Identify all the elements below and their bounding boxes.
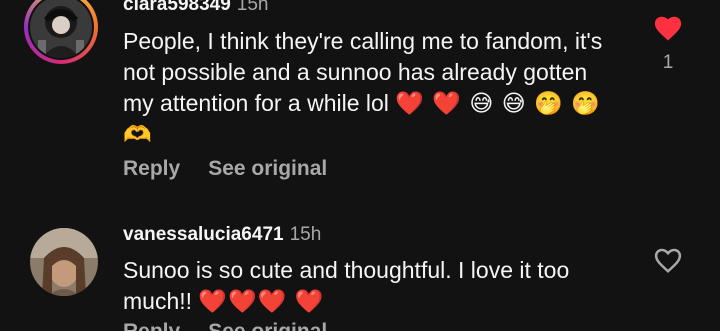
- comment-actions: Reply See original: [123, 157, 355, 181]
- comment-text: People, I think they're calling me to fa…: [123, 26, 623, 150]
- avatar[interactable]: [30, 228, 98, 296]
- timestamp: 15h: [289, 224, 322, 245]
- like-button[interactable]: 1: [652, 14, 684, 74]
- like-button[interactable]: [652, 246, 684, 274]
- comment-text: Sunoo is so cute and thoughtful. I love …: [123, 255, 623, 317]
- see-original-button[interactable]: See original: [208, 320, 327, 331]
- username[interactable]: vanessalucia6471: [123, 224, 284, 245]
- comment-header: vanessalucia6471 15h: [123, 224, 321, 246]
- comment-body: Sunoo is so cute and thoughtful. I love …: [123, 257, 570, 314]
- avatar[interactable]: [24, 0, 98, 64]
- comment-header: clara598349 15h: [123, 0, 268, 16]
- comments-list: clara598349 15h People, I think they're c…: [0, 0, 720, 331]
- comment-emoji: ❤️❤️❤️ ❤️: [198, 288, 325, 314]
- timestamp: 15h: [236, 0, 269, 15]
- reply-button[interactable]: Reply: [123, 320, 180, 331]
- heart-filled-icon: [654, 16, 682, 41]
- comment-actions: Reply See original: [123, 320, 355, 331]
- heart-outline-icon: [654, 248, 682, 273]
- reply-button[interactable]: Reply: [123, 157, 180, 180]
- see-original-button[interactable]: See original: [208, 157, 327, 180]
- username[interactable]: clara598349: [123, 0, 231, 15]
- like-count: 1: [662, 52, 674, 73]
